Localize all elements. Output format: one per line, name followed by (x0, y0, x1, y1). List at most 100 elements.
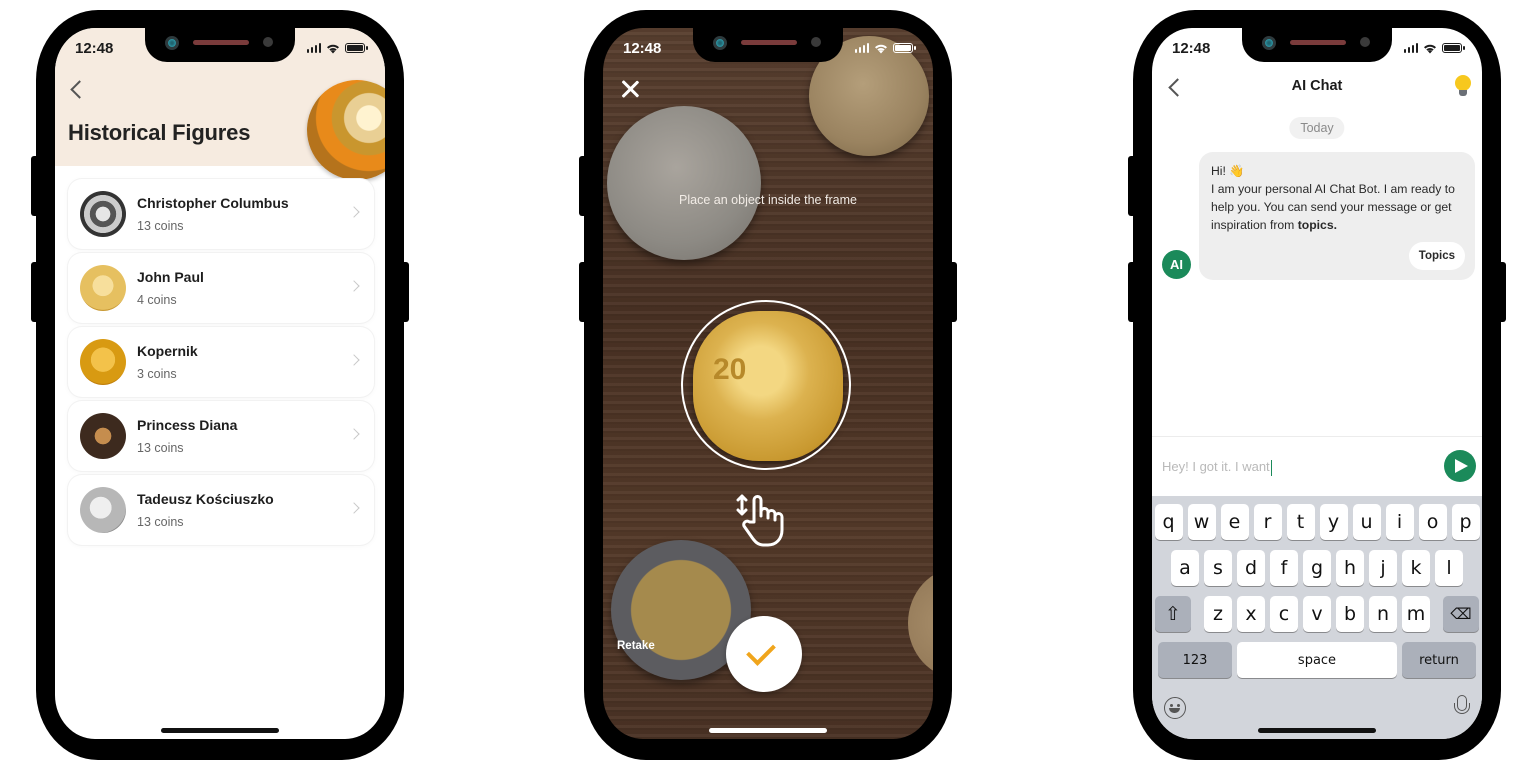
shift-key[interactable]: ⇧ (1155, 596, 1191, 632)
chevron-right-icon (348, 502, 360, 514)
coin-count: 13 coins (137, 515, 184, 529)
side-button (579, 156, 587, 216)
key-l[interactable]: l (1435, 550, 1463, 586)
speaker (741, 40, 797, 45)
notch (1242, 28, 1392, 62)
sensor (811, 37, 821, 47)
list-item[interactable]: Princess Diana 13 coins (68, 401, 374, 471)
notch (693, 28, 843, 62)
key-k[interactable]: k (1402, 550, 1430, 586)
retake-button[interactable]: Retake (617, 640, 655, 652)
figure-name: Kopernik (137, 343, 198, 359)
key-j[interactable]: j (1369, 550, 1397, 586)
list-item[interactable]: Kopernik 3 coins (68, 327, 374, 397)
key-i[interactable]: i (1385, 504, 1414, 540)
lightbulb-icon[interactable] (1454, 75, 1472, 99)
signal-icon (854, 43, 869, 53)
coin-thumbnail (80, 487, 126, 533)
status-time: 12:48 (623, 39, 662, 57)
key-c[interactable]: c (1270, 596, 1298, 632)
key-g[interactable]: g (1303, 550, 1331, 586)
side-button (1498, 262, 1506, 322)
close-icon[interactable] (619, 78, 641, 100)
pinch-zoom-gesture-icon (736, 494, 784, 547)
side-button (1128, 156, 1136, 216)
coin-count: 13 coins (137, 441, 184, 455)
chevron-right-icon (348, 206, 360, 218)
battery-icon (893, 43, 916, 53)
key-o[interactable]: o (1418, 504, 1447, 540)
battery-icon (345, 43, 368, 53)
wifi-icon (327, 44, 339, 53)
side-button (31, 156, 39, 216)
camera (713, 36, 727, 50)
screen: 12:48 Historical Figures Christopher Col… (55, 28, 385, 739)
key-p[interactable]: p (1451, 504, 1480, 540)
scan-frame (681, 300, 851, 470)
list-item[interactable]: John Paul 4 coins (68, 253, 374, 323)
key-n[interactable]: n (1369, 596, 1397, 632)
confirm-check-button[interactable] (726, 616, 802, 692)
side-button (1128, 262, 1136, 322)
figure-name: Tadeusz Kościuszko (137, 491, 274, 507)
scan-hint: Place an object inside the frame (679, 193, 857, 207)
space-key[interactable]: space (1237, 642, 1397, 678)
key-f[interactable]: f (1270, 550, 1298, 586)
key-x[interactable]: x (1237, 596, 1265, 632)
side-button (401, 262, 409, 322)
key-v[interactable]: v (1303, 596, 1331, 632)
sensor (263, 37, 273, 47)
figures-list: Christopher Columbus 13 coins John Paul 4 … (68, 179, 374, 549)
status-time: 12:48 (1172, 39, 1211, 57)
key-z[interactable]: z (1204, 596, 1232, 632)
list-item[interactable]: Christopher Columbus 13 coins (68, 179, 374, 249)
back-button[interactable] (68, 80, 88, 100)
key-d[interactable]: d (1237, 550, 1265, 586)
side-button (579, 262, 587, 322)
signal-icon (1403, 43, 1418, 53)
bot-message-bubble: Hi! 👋 I am your personal AI Chat Bot. I … (1199, 152, 1475, 280)
key-s[interactable]: s (1204, 550, 1232, 586)
key-a[interactable]: a (1171, 550, 1199, 586)
key-e[interactable]: e (1220, 504, 1249, 540)
numbers-key[interactable]: 123 (1158, 642, 1232, 678)
keyboard-row: asdfghjkl (1152, 550, 1482, 586)
microphone-icon[interactable] (1454, 695, 1470, 721)
key-t[interactable]: t (1286, 504, 1315, 540)
page-title: Historical Figures (68, 120, 251, 145)
keyboard-row: 123 space return (1152, 642, 1482, 678)
list-item[interactable]: Tadeusz Kościuszko 13 coins (68, 475, 374, 545)
ai-avatar: AI (1162, 250, 1191, 279)
backspace-key[interactable]: ⌫ (1443, 596, 1479, 632)
coin-thumbnail (80, 339, 126, 385)
topics-link[interactable]: topics. (1298, 218, 1337, 232)
key-b[interactable]: b (1336, 596, 1364, 632)
keyboard-row: qwertyuiop (1152, 504, 1482, 540)
emoji-icon[interactable] (1164, 697, 1186, 719)
battery-icon (1442, 43, 1465, 53)
coin-count: 4 coins (137, 293, 177, 307)
key-m[interactable]: m (1402, 596, 1430, 632)
message-text: I am your personal AI Chat Bot. I am rea… (1211, 180, 1463, 234)
phone-historical-figures: 12:48 Historical Figures Christopher Col… (31, 10, 409, 760)
return-key[interactable]: return (1402, 642, 1476, 678)
camera (165, 36, 179, 50)
camera (1262, 36, 1276, 50)
background-coin (607, 106, 761, 260)
message-input[interactable]: Hey! I got it. I want (1162, 459, 1422, 476)
key-r[interactable]: r (1253, 504, 1282, 540)
side-button (949, 262, 957, 322)
key-w[interactable]: w (1187, 504, 1216, 540)
send-button[interactable] (1444, 450, 1476, 482)
wifi-icon (1424, 44, 1436, 53)
key-u[interactable]: u (1352, 504, 1381, 540)
coin-thumbnail (80, 191, 126, 237)
side-button (31, 262, 39, 322)
keyboard-row: ⇧ zxcvbnm ⌫ (1152, 596, 1482, 632)
key-h[interactable]: h (1336, 550, 1364, 586)
key-q[interactable]: q (1154, 504, 1183, 540)
topics-button[interactable]: Topics (1408, 242, 1465, 270)
key-y[interactable]: y (1319, 504, 1348, 540)
camera-viewfinder: 12:48 Place an object inside the frame 2… (603, 28, 933, 739)
home-indicator (1258, 728, 1376, 733)
